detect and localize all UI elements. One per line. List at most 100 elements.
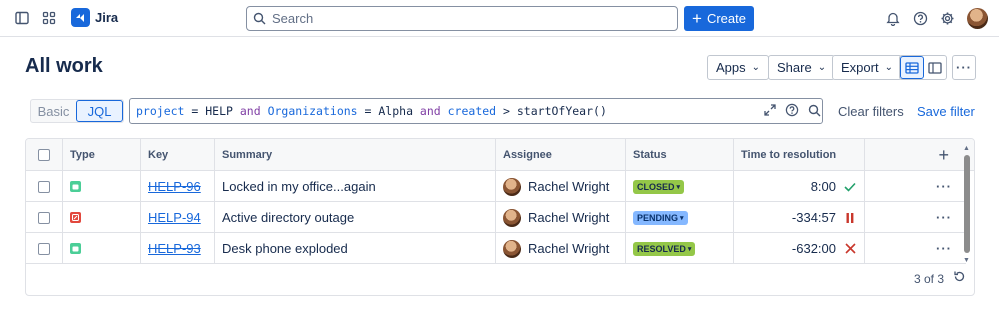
jql-token: and (413, 104, 448, 118)
apps-button[interactable]: Apps ⌄ (707, 55, 770, 80)
table-row[interactable]: HELP-93 Desk phone exploded Rachel Wright R… (26, 233, 966, 264)
save-filter-button[interactable]: Save filter (917, 104, 975, 119)
column-header-key[interactable]: Key (141, 139, 215, 171)
issue-key-link[interactable]: HELP-93 (148, 241, 201, 256)
basic-mode-button[interactable]: Basic (31, 100, 76, 122)
incident-icon (70, 212, 81, 223)
scroll-down-arrow-icon[interactable]: ▼ (963, 257, 970, 264)
service-request-icon (70, 181, 81, 192)
issue-key-link[interactable]: HELP-94 (148, 210, 201, 225)
view-toggle (899, 55, 947, 80)
refresh-icon[interactable] (953, 270, 966, 286)
status-lozenge[interactable]: RESOLVED ▾ (633, 241, 696, 256)
create-button[interactable]: + Create (684, 6, 754, 31)
service-request-icon (70, 243, 81, 254)
assignee-cell: Rachel Wright (496, 171, 626, 202)
status-label: CLOSED (637, 181, 675, 192)
issue-key-link[interactable]: HELP-96 (148, 179, 201, 194)
jql-mode-button[interactable]: JQL (76, 100, 123, 122)
share-button[interactable]: Share ⌄ (768, 55, 836, 80)
notifications-bell-icon[interactable] (885, 10, 901, 26)
table-row[interactable]: HELP-96 Locked in my office...again Rachel… (26, 171, 966, 202)
select-all-checkbox[interactable] (38, 149, 50, 161)
row-select-cell (26, 202, 63, 233)
time-to-resolution-value: 8:00 (810, 179, 836, 194)
column-header-assignee[interactable]: Assignee (496, 139, 626, 171)
type-cell (63, 202, 141, 233)
more-actions-button[interactable]: ··· (952, 55, 976, 80)
detail-view-icon[interactable] (924, 56, 946, 79)
help-icon[interactable] (912, 10, 928, 26)
work-items-table: Type Key Summary Assignee Status Time to… (25, 138, 975, 296)
row-actions-button[interactable]: ··· (936, 233, 952, 264)
jql-token: = (184, 104, 206, 118)
assignee-avatar (503, 239, 521, 258)
row-checkbox[interactable] (38, 242, 50, 255)
pause-icon (844, 212, 856, 223)
table-row[interactable]: HELP-94 Active directory outage Rachel Wri… (26, 202, 966, 233)
issue-summary[interactable]: Locked in my office...again (222, 179, 376, 194)
row-select-cell (26, 171, 63, 202)
chevron-down-icon: ▾ (680, 214, 684, 222)
time-to-resolution-cell: -632:00 (734, 233, 865, 264)
assignee-cell: Rachel Wright (496, 233, 626, 264)
search-input[interactable]: Search (246, 6, 678, 31)
column-header-summary[interactable]: Summary (215, 139, 496, 171)
jql-help-icon[interactable] (784, 101, 800, 119)
list-view-icon[interactable] (900, 56, 924, 79)
type-cell (63, 233, 141, 264)
status-cell: RESOLVED ▾ (626, 233, 734, 264)
run-search-icon[interactable] (806, 101, 822, 119)
status-lozenge[interactable]: CLOSED ▾ (633, 179, 685, 194)
share-label: Share (777, 60, 812, 75)
settings-gear-icon[interactable] (939, 10, 955, 26)
app-name[interactable]: Jira (95, 10, 118, 25)
search-icon (253, 12, 266, 25)
sidebar-toggle-icon[interactable] (14, 10, 30, 26)
summary-cell: Desk phone exploded (215, 233, 496, 264)
search-placeholder: Search (272, 11, 314, 26)
expand-icon[interactable] (762, 101, 778, 119)
time-to-resolution-value: -334:57 (791, 210, 836, 225)
status-cell: CLOSED ▾ (626, 171, 734, 202)
jira-logo-icon[interactable] (71, 8, 90, 27)
column-header-time-to-resolution[interactable]: Time to resolution (734, 139, 865, 171)
assignee-avatar (503, 208, 521, 227)
jql-query-input[interactable]: project = HELP and Organizations = Alpha… (129, 98, 823, 124)
issue-summary[interactable]: Active directory outage (222, 210, 354, 225)
type-cell (63, 171, 141, 202)
row-select-cell (26, 233, 63, 264)
jql-token: startOfYear() (516, 104, 607, 118)
row-actions-button[interactable]: ··· (936, 202, 952, 233)
key-cell: HELP-96 (141, 171, 215, 202)
assignee-cell: Rachel Wright (496, 202, 626, 233)
add-column-icon[interactable]: + (865, 139, 963, 171)
jql-token: and (232, 104, 268, 118)
column-header-type[interactable]: Type (63, 139, 141, 171)
scroll-up-arrow-icon[interactable]: ▲ (963, 145, 970, 152)
issue-summary[interactable]: Desk phone exploded (222, 241, 348, 256)
status-lozenge[interactable]: PENDING ▾ (633, 210, 688, 225)
jql-token: > (496, 104, 517, 118)
app-switcher-icon[interactable] (41, 10, 57, 26)
row-actions-button[interactable]: ··· (936, 171, 952, 202)
profile-avatar[interactable] (967, 8, 988, 29)
chevron-down-icon: ▾ (676, 183, 681, 191)
export-button[interactable]: Export ⌄ (832, 55, 902, 80)
scrollbar-thumb[interactable] (964, 155, 970, 253)
assignee-avatar (503, 177, 521, 196)
search-mode-toggle: Basic JQL (30, 99, 124, 123)
clear-filters-button[interactable]: Clear filters (838, 104, 904, 119)
row-checkbox[interactable] (38, 180, 50, 193)
chevron-down-icon: ⌄ (884, 62, 893, 73)
row-checkbox[interactable] (38, 211, 50, 224)
assignee-name: Rachel Wright (528, 210, 610, 225)
jql-token: Organizations (267, 104, 358, 118)
column-header-status[interactable]: Status (626, 139, 734, 171)
table-scrollbar[interactable]: ▲ ▼ (963, 145, 971, 273)
select-all-cell (26, 139, 63, 171)
chevron-down-icon: ▾ (687, 245, 692, 253)
time-to-resolution-value: -632:00 (791, 241, 836, 256)
table-header: Type Key Summary Assignee Status Time to… (26, 139, 974, 171)
check-icon (844, 182, 856, 192)
